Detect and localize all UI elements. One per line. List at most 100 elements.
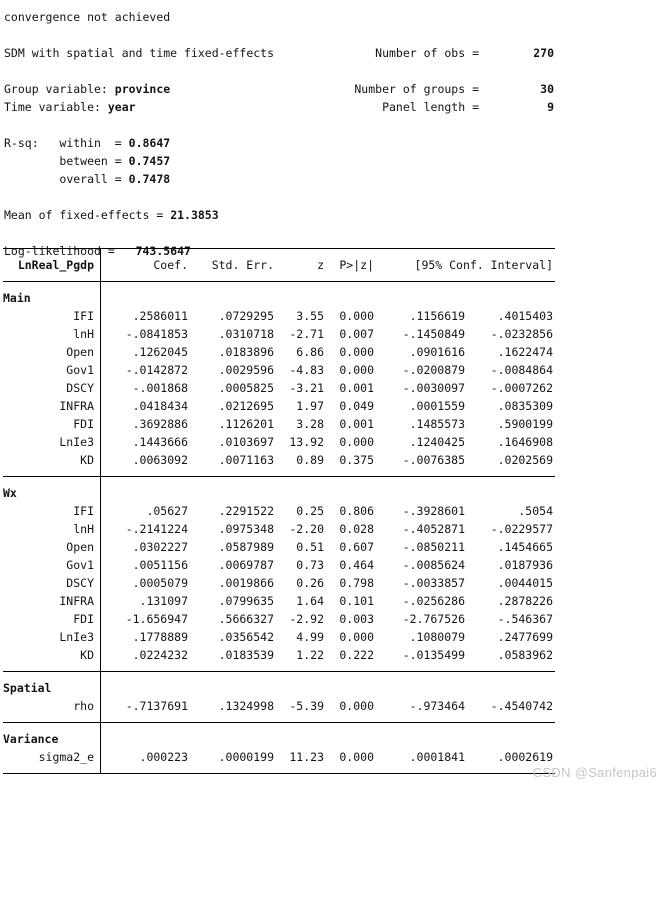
row-std-err: .0183896 <box>218 345 274 359</box>
mean-fixed-effects-value: 21.3853 <box>170 208 219 222</box>
row-ci-high: -.0229577 <box>490 522 553 536</box>
table-section-wx: Wx IFI .05627 .2291522 0.25 0.806 -.3928… <box>3 477 555 671</box>
column-header-conf-interval: [95% Conf. Interval] <box>414 258 553 272</box>
row-coef: -.0841853 <box>125 327 188 341</box>
row-ci-low: -.0085624 <box>402 558 465 572</box>
row-ci-high: .0044015 <box>497 576 553 590</box>
row-coef: .0224232 <box>132 648 188 662</box>
row-p: 0.001 <box>339 381 374 395</box>
row-p: 0.607 <box>339 540 374 554</box>
row-ci-high: -.4540742 <box>490 699 553 713</box>
row-std-err: .0729295 <box>218 309 274 323</box>
table-row: Gov1 .0051156 .0069787 0.73 0.464 -.0085… <box>3 556 555 574</box>
row-std-err: .0587989 <box>218 540 274 554</box>
row-variable: KD <box>80 648 94 662</box>
column-header-coef: Coef. <box>153 258 188 272</box>
row-coef: -.0142872 <box>125 363 188 377</box>
row-ci-high: .1622474 <box>497 345 553 359</box>
row-variable: FDI <box>73 612 94 626</box>
row-variable: rho <box>73 699 94 713</box>
row-ci-low: .1485573 <box>409 417 465 431</box>
rsq-within-value: 0.8647 <box>128 136 171 150</box>
row-variable: Open <box>66 540 94 554</box>
row-std-err: .0212695 <box>218 399 274 413</box>
row-ci-low: -.3928601 <box>402 504 465 518</box>
table-row: LnIe3 .1778889 .0356542 4.99 0.000 .1080… <box>3 628 555 646</box>
rsq-between-label: between = <box>59 154 122 168</box>
column-header-std-err: Std. Err. <box>211 258 274 272</box>
row-z: 0.73 <box>296 558 324 572</box>
row-std-err: .0005825 <box>218 381 274 395</box>
row-p: 0.028 <box>339 522 374 536</box>
row-z: 1.97 <box>296 399 324 413</box>
table-row: INFRA .131097 .0799635 1.64 0.101 -.0256… <box>3 592 555 610</box>
row-z: 13.92 <box>289 435 324 449</box>
row-p: 0.001 <box>339 417 374 431</box>
row-ci-low: -2.767526 <box>402 612 465 626</box>
row-p: 0.375 <box>339 453 374 467</box>
row-variable: FDI <box>73 417 94 431</box>
rsq-between-value: 0.7457 <box>128 154 171 168</box>
row-z: 1.22 <box>296 648 324 662</box>
row-ci-low: .1080079 <box>409 630 465 644</box>
rsq-overall-row: overall = 0.7478 <box>4 170 661 188</box>
row-ci-high: .5900199 <box>497 417 553 431</box>
time-variable-row: Time variable: year Panel length = 9 <box>4 98 661 116</box>
row-p: 0.798 <box>339 576 374 590</box>
row-ci-low: -.1450849 <box>402 327 465 341</box>
table-row: lnH -.2141224 .0975348 -2.20 0.028 -.405… <box>3 520 555 538</box>
sp <box>122 154 129 168</box>
table-row: FDI -1.656947 .5666327 -2.92 0.003 -2.76… <box>3 610 555 628</box>
row-ci-low: .0001559 <box>409 399 465 413</box>
rsq-between: between = 0.7457 <box>4 152 170 170</box>
row-ci-high: .0187936 <box>497 558 553 572</box>
row-p: 0.049 <box>339 399 374 413</box>
row-variable: IFI <box>73 309 94 323</box>
rsq-within-label: within = <box>59 136 122 150</box>
row-z: 4.99 <box>296 630 324 644</box>
row-variable: Gov1 <box>66 363 94 377</box>
row-p: 0.000 <box>339 750 374 764</box>
row-variable: sigma2_e <box>38 750 94 764</box>
row-std-err: .0310718 <box>218 327 274 341</box>
table-row: DSCY -.001868 .0005825 -3.21 0.001 -.003… <box>3 379 555 397</box>
row-p: 0.000 <box>339 630 374 644</box>
row-p: 0.222 <box>339 648 374 662</box>
row-std-err: .0019866 <box>218 576 274 590</box>
model-title-row: SDM with spatial and time fixed-effects … <box>4 44 661 62</box>
row-coef: .0005079 <box>132 576 188 590</box>
panel-length-value: 9 <box>547 100 554 114</box>
rsq-within: R-sq: within = 0.8647 <box>4 134 170 152</box>
row-ci-high: .0202569 <box>497 453 553 467</box>
row-z: 6.86 <box>296 345 324 359</box>
row-variable: Open <box>66 345 94 359</box>
table-row: FDI .3692886 .1126201 3.28 0.001 .148557… <box>3 415 555 433</box>
rsq-overall-label: overall = <box>59 172 122 186</box>
watermark: CSDN @Sanfenpai6 <box>532 765 657 780</box>
row-coef: -1.656947 <box>125 612 188 626</box>
row-coef: -.7137691 <box>125 699 188 713</box>
regression-table: LnReal_Pgdp Coef. Std. Err. z P>|z| [95%… <box>3 248 555 774</box>
groups-label: Number of groups = <box>354 82 479 96</box>
row-ci-high: .4015403 <box>497 309 553 323</box>
column-header-depvar: LnReal_Pgdp <box>17 258 94 272</box>
section-label-wx: Wx <box>3 486 17 500</box>
row-coef: .1443666 <box>132 435 188 449</box>
section-label-spatial: Spatial <box>3 681 52 695</box>
row-z: -2.20 <box>289 522 324 536</box>
row-ci-low: .0901616 <box>409 345 465 359</box>
table-row: IFI .05627 .2291522 0.25 0.806 -.3928601… <box>3 502 555 520</box>
table-row: lnH -.0841853 .0310718 -2.71 0.007 -.145… <box>3 325 555 343</box>
panel-length-label: Panel length = <box>382 100 479 114</box>
group-variable-label: Group variable: <box>4 82 115 96</box>
obs-value: 270 <box>533 46 554 60</box>
row-ci-low: .0001841 <box>409 750 465 764</box>
table-row: KD .0063092 .0071163 0.89 0.375 -.007638… <box>3 451 555 469</box>
